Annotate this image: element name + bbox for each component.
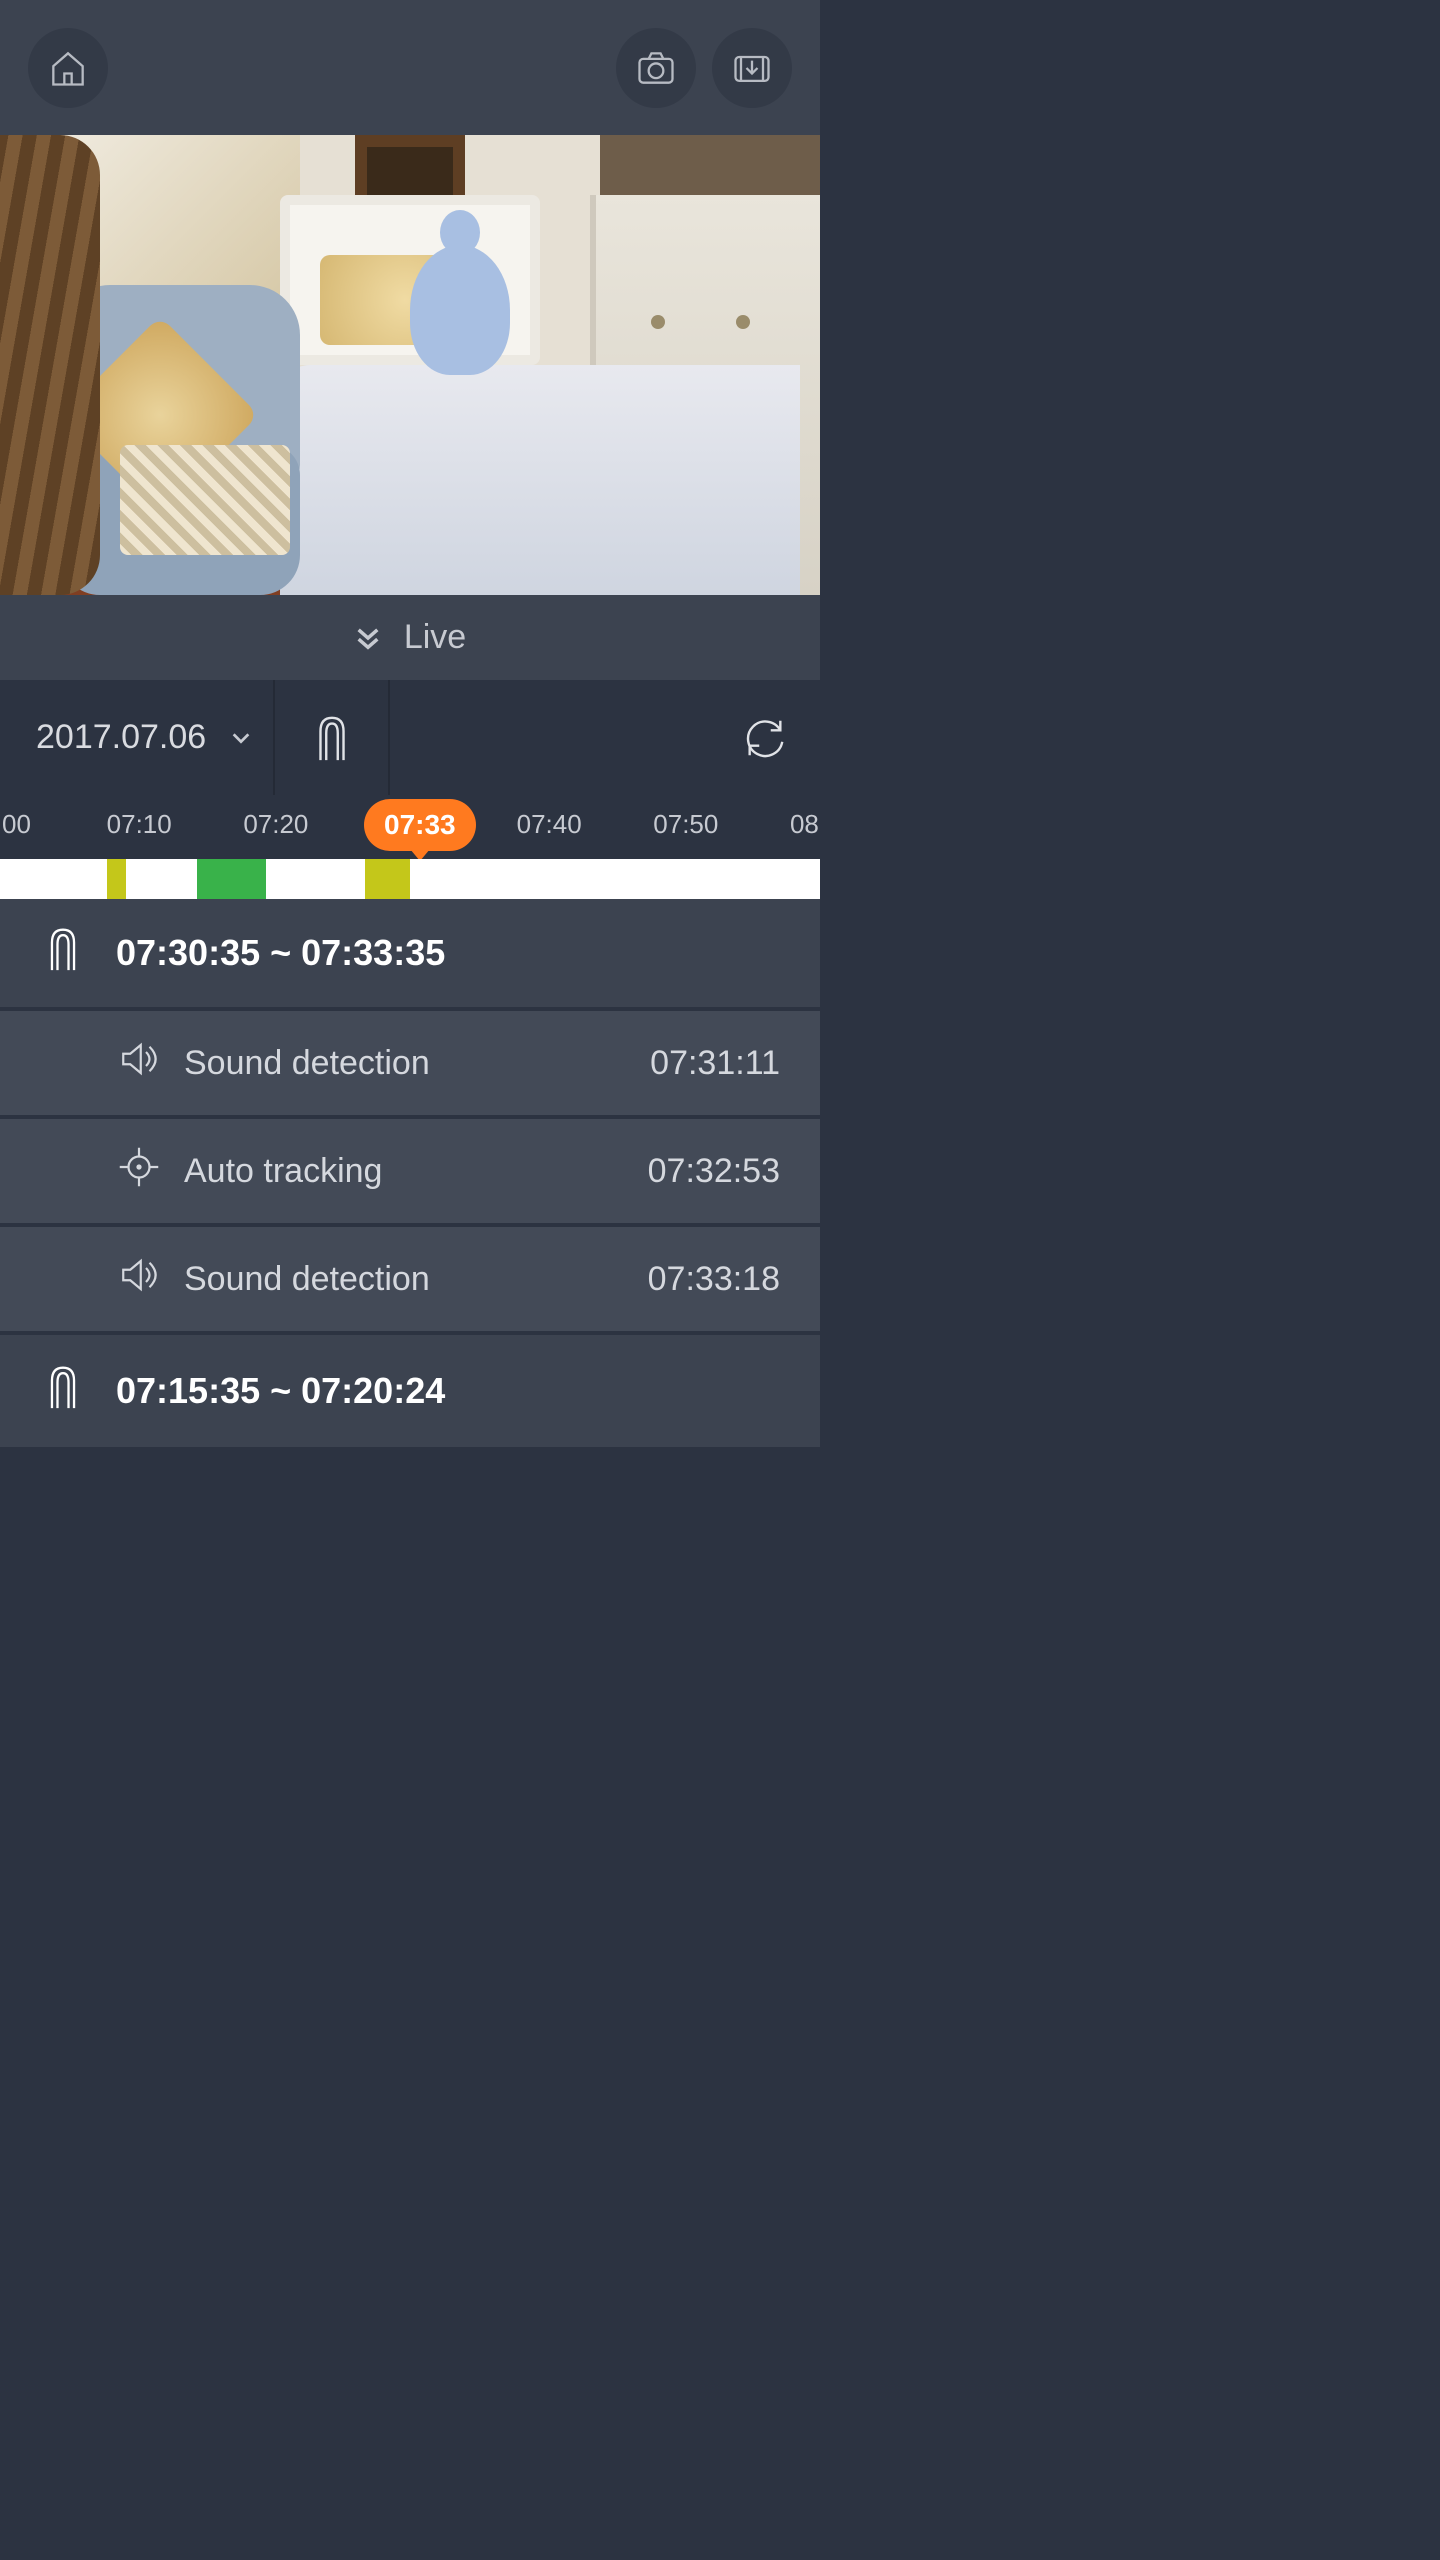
event-row[interactable]: Auto tracking07:32:53 xyxy=(0,1119,820,1227)
motion-filter-button[interactable] xyxy=(275,680,390,795)
home-button[interactable] xyxy=(28,28,108,108)
timeline[interactable]: 00 07:10 07:20 07:40 07:50 08 07:33 xyxy=(0,795,820,899)
event-row[interactable]: Sound detection07:31:11 xyxy=(0,1011,820,1119)
event-time: 07:31:11 xyxy=(650,1044,780,1083)
live-toggle[interactable]: Live xyxy=(0,595,820,680)
camera-icon xyxy=(634,46,678,90)
refresh-button[interactable] xyxy=(710,680,820,795)
event-list: 07:30:35 ~ 07:33:35Sound detection07:31:… xyxy=(0,899,820,1447)
event-label: Auto tracking xyxy=(184,1152,648,1191)
event-label: Sound detection xyxy=(184,1260,648,1299)
event-label: Sound detection xyxy=(184,1044,650,1083)
sound-icon xyxy=(118,1038,160,1089)
timeline-segment[interactable] xyxy=(107,859,127,899)
home-icon xyxy=(46,46,90,90)
date-value: 2017.07.06 xyxy=(36,718,206,757)
event-row[interactable]: Sound detection07:33:18 xyxy=(0,1227,820,1335)
motion-icon xyxy=(312,714,352,762)
date-bar: 2017.07.06 xyxy=(0,680,820,795)
event-time: 07:32:53 xyxy=(648,1152,780,1191)
timeline-current-marker[interactable]: 07:33 xyxy=(364,799,476,851)
chevron-down-icon xyxy=(230,727,252,749)
sound-icon xyxy=(118,1254,160,1305)
target-icon xyxy=(118,1146,160,1197)
timeline-segment[interactable] xyxy=(197,859,267,899)
timeline-segment[interactable] xyxy=(365,859,410,899)
refresh-icon xyxy=(742,715,788,761)
event-group-header[interactable]: 07:30:35 ~ 07:33:35 xyxy=(0,899,820,1011)
date-bar-spacer xyxy=(390,680,710,795)
chevron-down-double-icon xyxy=(354,624,382,652)
motion-icon xyxy=(44,926,82,981)
event-group-header[interactable]: 07:15:35 ~ 07:20:24 xyxy=(0,1335,820,1447)
date-picker[interactable]: 2017.07.06 xyxy=(0,680,275,795)
event-time: 07:33:18 xyxy=(648,1260,780,1299)
download-button[interactable] xyxy=(712,28,792,108)
download-icon xyxy=(730,46,774,90)
header-bar xyxy=(0,0,820,135)
video-feed[interactable] xyxy=(0,135,820,595)
event-group-range: 07:15:35 ~ 07:20:24 xyxy=(116,1370,445,1412)
live-label: Live xyxy=(404,618,466,657)
event-group-range: 07:30:35 ~ 07:33:35 xyxy=(116,932,445,974)
timeline-track[interactable] xyxy=(0,859,820,899)
snapshot-button[interactable] xyxy=(616,28,696,108)
motion-icon xyxy=(44,1364,82,1419)
